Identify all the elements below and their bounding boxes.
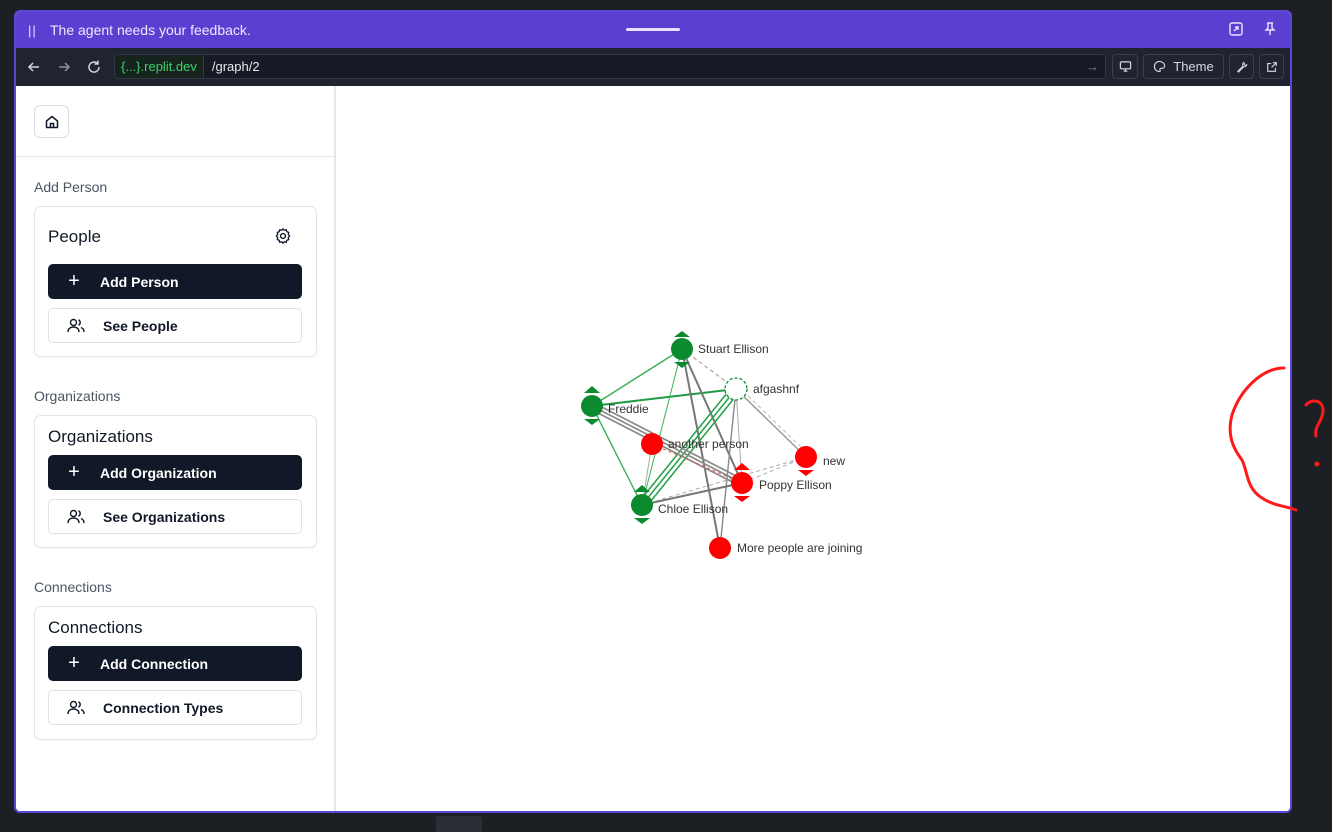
pause-icon[interactable]: || <box>28 23 42 38</box>
network-graph[interactable]: Stuart Ellison afgashnf Freddie another … <box>336 86 1292 813</box>
home-icon <box>45 115 58 128</box>
users-icon <box>67 509 85 523</box>
organizations-card-title: Organizations <box>48 427 153 446</box>
graph-node-more-people[interactable]: More people are joining <box>709 537 862 559</box>
go-arrow-icon[interactable]: → <box>1086 59 1099 74</box>
sidebar-divider <box>16 156 336 157</box>
add-organization-label: Add Organization <box>100 464 217 481</box>
graph-node-new[interactable]: new <box>795 446 845 476</box>
open-external-button[interactable] <box>1259 54 1284 79</box>
people-card-title: People <box>48 227 101 246</box>
connection-types-label: Connection Types <box>103 699 224 716</box>
add-organization-button[interactable]: + Add Organization <box>48 455 302 490</box>
popout-icon[interactable] <box>1228 21 1246 39</box>
people-card: People + Add Person See People <box>34 206 317 357</box>
node-label-chloe: Chloe Ellison <box>658 502 728 516</box>
node-label-afgashnf: afgashnf <box>753 382 800 396</box>
connections-section-title: Connections <box>34 579 112 595</box>
see-people-button[interactable]: See People <box>48 308 302 343</box>
url-path: /graph/2 <box>211 59 260 74</box>
connections-card: Connections + Add Connection Connection … <box>34 606 317 740</box>
home-button[interactable] <box>34 105 69 138</box>
devtools-button[interactable] <box>1229 54 1254 79</box>
add-person-section-title: Add Person <box>34 179 108 195</box>
see-organizations-button[interactable]: See Organizations <box>48 499 302 534</box>
add-person-label: Add Person <box>100 273 179 290</box>
organizations-card: Organizations + Add Organization See Org… <box>34 415 317 548</box>
bottom-strip <box>0 813 1332 832</box>
monitor-icon <box>1119 61 1131 72</box>
node-label-stuart: Stuart Ellison <box>698 342 769 356</box>
node-label-new: new <box>823 454 845 468</box>
node-label-poppy: Poppy Ellison <box>759 478 832 492</box>
pin-icon[interactable] <box>1262 21 1280 39</box>
graph-node-poppy[interactable]: Poppy Ellison <box>731 463 832 502</box>
add-person-button[interactable]: + Add Person <box>48 264 302 299</box>
add-connection-button[interactable]: + Add Connection <box>48 646 302 681</box>
external-link-icon <box>1266 61 1277 72</box>
graph-node-another-person[interactable]: another person <box>641 433 749 455</box>
gear-icon[interactable] <box>274 227 292 245</box>
bottom-tab[interactable] <box>436 816 482 832</box>
agent-preview-window: || The agent needs your feedback. {...}.… <box>14 10 1292 813</box>
see-people-label: See People <box>103 317 178 334</box>
graph-canvas[interactable]: Stuart Ellison afgashnf Freddie another … <box>336 86 1292 813</box>
plus-icon: + <box>68 270 80 292</box>
sidebar: Add Person People + Add Person See Peopl… <box>16 86 336 811</box>
node-label-freddie: Freddie <box>608 402 649 416</box>
connection-types-button[interactable]: Connection Types <box>48 690 302 725</box>
devices-button[interactable] <box>1112 54 1138 79</box>
feedback-message: The agent needs your feedback. <box>50 22 251 38</box>
hand-drawn-annotation <box>1228 366 1325 512</box>
users-icon <box>67 700 85 714</box>
plus-icon: + <box>68 652 80 674</box>
url-host: {...}.replit.dev <box>115 55 204 78</box>
graph-node-afgashnf[interactable]: afgashnf <box>724 377 800 401</box>
organizations-section-title: Organizations <box>34 388 121 404</box>
users-icon <box>67 318 85 332</box>
feedback-banner: || The agent needs your feedback. <box>16 12 1290 48</box>
connections-card-title: Connections <box>48 618 143 637</box>
add-connection-label: Add Connection <box>100 655 209 672</box>
wrench-icon <box>1236 61 1247 73</box>
reload-icon[interactable] <box>82 55 106 79</box>
node-label-another-person: another person <box>668 437 749 451</box>
plus-icon: + <box>68 461 80 483</box>
theme-button[interactable]: Theme <box>1143 54 1224 79</box>
back-arrow-icon[interactable] <box>22 55 46 79</box>
see-organizations-label: See Organizations <box>103 508 226 525</box>
drag-handle[interactable] <box>626 28 680 31</box>
browser-toolbar: {...}.replit.dev /graph/2 → Theme <box>16 48 1290 86</box>
url-field[interactable]: {...}.replit.dev /graph/2 → <box>114 54 1106 79</box>
graph-node-stuart[interactable]: Stuart Ellison <box>671 331 769 368</box>
forward-arrow-icon[interactable] <box>52 55 76 79</box>
palette-icon <box>1154 60 1166 73</box>
theme-label: Theme <box>1173 59 1214 74</box>
node-label-more-people: More people are joining <box>737 541 862 555</box>
